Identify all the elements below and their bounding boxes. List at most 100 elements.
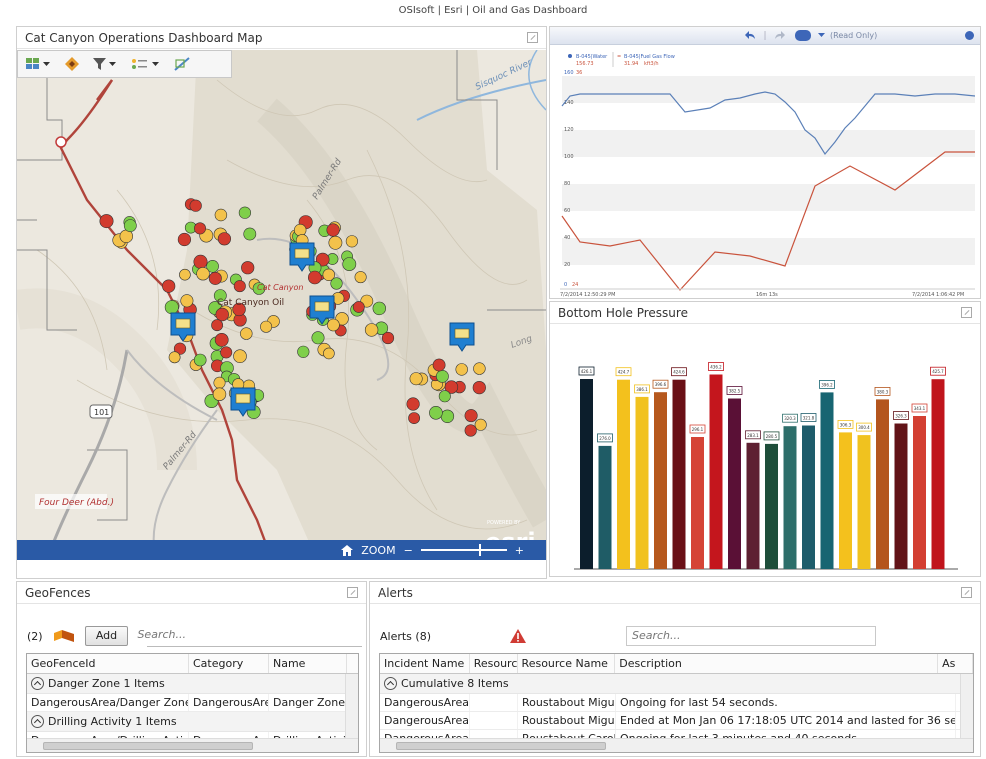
filter-button[interactable] <box>93 58 117 70</box>
home-icon[interactable] <box>341 544 354 556</box>
bhp-bar[interactable] <box>654 392 667 569</box>
well-marker[interactable] <box>208 271 222 285</box>
well-marker[interactable] <box>212 387 227 401</box>
group-row[interactable]: Danger Zone 1 Items <box>27 674 358 694</box>
well-marker[interactable] <box>440 409 455 423</box>
bhp-bar[interactable] <box>894 423 908 570</box>
bhp-bar[interactable] <box>913 416 926 569</box>
well-marker[interactable] <box>177 232 191 247</box>
bhp-bar[interactable] <box>931 379 945 569</box>
well-marker[interactable] <box>194 222 207 235</box>
pin-icon[interactable] <box>347 587 358 598</box>
well-marker[interactable] <box>327 318 340 332</box>
well-marker[interactable] <box>213 376 226 389</box>
bhp-bar[interactable] <box>580 379 593 569</box>
well-marker[interactable] <box>429 405 443 420</box>
pin-icon[interactable] <box>961 587 972 598</box>
col-resource[interactable]: Resource <box>470 654 518 673</box>
zoom-in-button[interactable]: + <box>515 544 524 557</box>
bhp-bar[interactable] <box>765 443 778 569</box>
bhp-bar[interactable] <box>839 432 852 569</box>
well-marker[interactable] <box>294 223 307 237</box>
col-name[interactable]: Name <box>269 654 347 673</box>
vertical-scrollbar[interactable] <box>960 674 973 738</box>
redo-icon[interactable] <box>774 31 785 40</box>
well-marker[interactable] <box>180 294 194 308</box>
table-row[interactable]: DangerousArea Roustabout Miguel Ended at… <box>380 712 973 730</box>
pin-icon[interactable] <box>527 32 538 43</box>
well-marker[interactable] <box>297 345 310 358</box>
well-marker[interactable] <box>211 319 223 332</box>
bhp-bar[interactable] <box>783 426 797 569</box>
well-marker[interactable] <box>409 372 423 386</box>
col-description[interactable]: Description <box>615 654 939 673</box>
pin-icon[interactable] <box>961 307 972 318</box>
well-marker[interactable] <box>311 331 325 345</box>
well-marker[interactable] <box>220 346 233 359</box>
well-marker[interactable] <box>354 271 367 284</box>
bhp-bar[interactable] <box>876 399 889 569</box>
well-marker[interactable] <box>179 268 191 281</box>
table-row[interactable]: DangerousArea/Danger Zone DangerousArea … <box>27 694 358 712</box>
well-marker[interactable] <box>240 327 253 340</box>
well-marker[interactable] <box>214 332 229 347</box>
well-marker[interactable] <box>464 424 477 437</box>
col-geofenceid[interactable]: GeoFenceId <box>27 654 189 673</box>
well-marker[interactable] <box>328 235 343 250</box>
well-marker[interactable] <box>455 363 468 376</box>
well-marker[interactable] <box>464 409 478 423</box>
bhp-bar[interactable] <box>672 379 686 569</box>
well-marker[interactable] <box>435 369 449 383</box>
well-marker[interactable] <box>238 206 251 219</box>
well-marker[interactable] <box>99 214 114 229</box>
well-marker[interactable] <box>215 307 229 322</box>
bhp-bar[interactable] <box>802 425 815 570</box>
col-as[interactable]: As <box>938 654 973 673</box>
legend-button[interactable] <box>131 58 160 70</box>
well-marker[interactable] <box>352 301 365 313</box>
map-canvas[interactable]: Sisquoc River Palmer-Rd Palmer-Rd Cat Ca… <box>17 50 546 560</box>
group-row[interactable]: Drilling Activity 1 Items <box>27 712 358 732</box>
well-marker[interactable] <box>243 227 257 241</box>
caret-down-icon[interactable] <box>818 32 826 38</box>
well-marker[interactable] <box>196 267 210 281</box>
vertical-scrollbar[interactable] <box>345 674 358 738</box>
well-marker[interactable] <box>233 280 246 293</box>
well-marker[interactable] <box>233 349 247 364</box>
undo-icon[interactable] <box>745 31 756 40</box>
well-marker[interactable] <box>189 199 202 212</box>
group-row[interactable]: Cumulative 8 Items <box>380 674 973 694</box>
well-marker[interactable] <box>164 300 179 315</box>
bhp-bar[interactable] <box>617 379 630 569</box>
well-marker[interactable] <box>364 323 379 337</box>
bhp-bar[interactable] <box>746 442 760 569</box>
well-marker[interactable] <box>326 223 340 237</box>
geofence-search-input[interactable]: Search... <box>132 626 362 646</box>
zoom-slider-thumb[interactable] <box>478 544 481 556</box>
bhp-bar[interactable] <box>598 445 612 569</box>
horizontal-scrollbar[interactable] <box>27 738 358 752</box>
alerts-search-input[interactable]: Search... <box>626 626 876 646</box>
well-marker[interactable] <box>123 219 137 232</box>
add-geofence-button[interactable]: Add <box>84 626 129 646</box>
well-marker[interactable] <box>408 412 420 424</box>
bhp-bar[interactable] <box>820 392 834 569</box>
zoom-slider[interactable] <box>420 544 507 556</box>
collapse-icon[interactable] <box>384 677 397 690</box>
bhp-bar[interactable] <box>691 437 704 569</box>
well-marker[interactable] <box>193 254 208 269</box>
well-marker[interactable] <box>323 347 335 360</box>
collapse-icon[interactable] <box>31 677 44 690</box>
toggle-icon[interactable] <box>795 30 811 41</box>
trend-options-icon[interactable] <box>965 31 974 40</box>
warning-icon[interactable] <box>510 629 526 643</box>
well-marker[interactable] <box>162 279 176 293</box>
zoom-out-button[interactable]: − <box>404 544 413 557</box>
well-marker[interactable] <box>432 358 446 372</box>
collapse-icon[interactable] <box>31 715 44 728</box>
horizontal-scrollbar[interactable] <box>380 738 973 752</box>
col-incident-name[interactable]: Incident Name <box>380 654 470 673</box>
col-resource-name[interactable]: Resource Name <box>518 654 616 673</box>
well-marker[interactable] <box>381 331 395 345</box>
well-marker[interactable] <box>473 362 486 375</box>
